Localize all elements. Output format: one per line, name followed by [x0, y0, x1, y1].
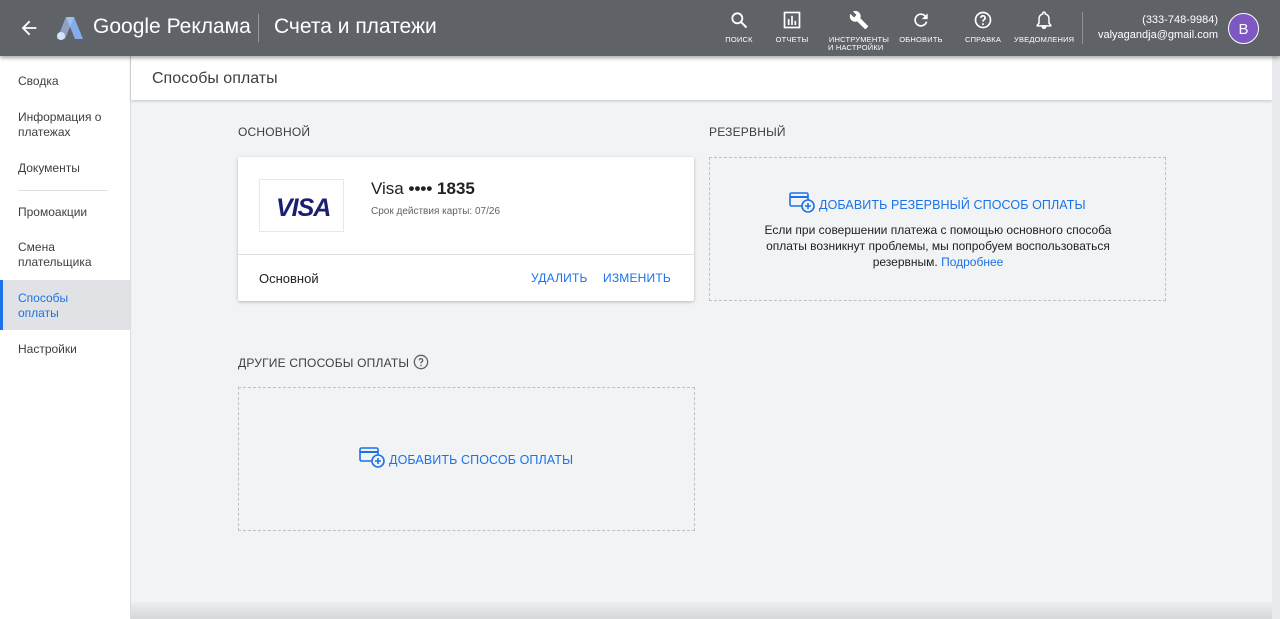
backup-description-text: Если при совершении платежа с помощью ос… — [764, 223, 1112, 269]
refresh-icon — [914, 13, 928, 27]
account-divider — [1082, 12, 1083, 44]
refresh-label: ОБНОВИТЬ — [899, 35, 943, 44]
brand-google: Google — [93, 15, 161, 38]
card-status: Основной — [259, 271, 319, 286]
brand-product: Реклама — [166, 15, 251, 38]
top-app-bar: Google Реклама Счета и платежи ПОИСК ОТЧ… — [0, 0, 1280, 56]
card-expiry: Срок действия карты: 07/26 — [371, 206, 500, 217]
scrollbar[interactable] — [1272, 56, 1280, 619]
sidebar-item-change-payer[interactable]: Смена плательщика — [0, 240, 110, 270]
sidebar-item-payment-info[interactable]: Информация о платежах — [0, 110, 120, 140]
search-label: ПОИСК — [725, 35, 753, 44]
backup-payment-box: ДОБАВИТЬ РЕЗЕРВНЫЙ СПОСОБ ОПЛАТЫ Если пр… — [709, 157, 1166, 301]
card-number-mask: •••• 1835 — [408, 179, 475, 198]
google-ads-logo — [57, 17, 83, 40]
add-payment-link[interactable]: ДОБАВИТЬ СПОСОБ ОПЛАТЫ — [359, 447, 574, 468]
other-section-label: ДРУГИЕ СПОСОБЫ ОПЛАТЫ — [238, 356, 410, 370]
card-title: Visa •••• 1835 — [371, 179, 475, 199]
tools-label: ИНСТРУМЕНТЫ И НАСТРОЙКИ — [828, 36, 890, 52]
add-payment-label: ДОБАВИТЬ СПОСОБ ОПЛАТЫ — [389, 453, 574, 467]
primary-section-label: ОСНОВНОЙ — [238, 125, 311, 139]
other-payment-box: ДОБАВИТЬ СПОСОБ ОПЛАТЫ — [238, 387, 695, 531]
account-email: valyagandja@gmail.com — [1097, 29, 1218, 41]
help-icon — [974, 11, 992, 29]
content-header: Способы оплаты — [131, 56, 1272, 100]
sidebar-item-summary[interactable]: Сводка — [0, 74, 130, 89]
backup-description: Если при совершении платежа с помощью ос… — [750, 222, 1126, 270]
refresh-button[interactable]: ОБНОВИТЬ — [899, 10, 943, 44]
card-brand: Visa — [371, 179, 404, 198]
page-title: Счета и платежи — [274, 15, 437, 38]
edit-button[interactable]: ИЗМЕНИТЬ — [603, 271, 671, 285]
section-title: Способы оплаты — [152, 70, 278, 87]
visa-logo-box: VISA — [259, 179, 344, 232]
reports-button[interactable]: ОТЧЕТЫ — [774, 10, 810, 44]
notifications-button[interactable]: УВЕДОМЛЕНИЯ — [1014, 10, 1074, 44]
question-circle-icon[interactable] — [413, 354, 429, 370]
add-card-icon — [359, 447, 385, 468]
account-phone: (333-748-9984) — [1142, 14, 1218, 26]
tools-label-line2: И НАСТРОЙКИ — [828, 43, 884, 52]
search-button[interactable]: ПОИСК — [722, 10, 756, 44]
title-divider — [258, 14, 259, 42]
sidebar: Сводка Информация о платежах Документы П… — [0, 56, 131, 619]
brand-name: Google Реклама — [93, 15, 251, 39]
tools-settings-button[interactable]: ИНСТРУМЕНТЫ И НАСТРОЙКИ — [828, 10, 890, 52]
visa-logo: VISA — [276, 194, 331, 222]
reports-label: ОТЧЕТЫ — [775, 35, 809, 44]
help-label: СПРАВКА — [964, 35, 1002, 44]
reports-icon — [783, 11, 801, 29]
bell-icon — [1036, 11, 1052, 30]
avatar[interactable]: В — [1228, 13, 1259, 44]
delete-button[interactable]: УДАЛИТЬ — [531, 271, 588, 285]
primary-payment-card: VISA Visa •••• 1835 Срок действия карты:… — [238, 157, 694, 301]
add-backup-payment-link[interactable]: ДОБАВИТЬ РЕЗЕРВНЫЙ СПОСОБ ОПЛАТЫ — [789, 192, 1086, 213]
back-arrow-icon[interactable] — [18, 17, 40, 39]
wrench-icon — [849, 10, 869, 30]
sidebar-item-payment-methods[interactable]: Способы оплаты — [0, 280, 130, 330]
add-card-icon — [789, 192, 815, 213]
backup-section-label: РЕЗЕРВНЫЙ — [709, 125, 786, 139]
bottom-edge — [131, 602, 1272, 619]
sidebar-item-settings[interactable]: Настройки — [0, 342, 130, 357]
sidebar-item-documents[interactable]: Документы — [0, 161, 130, 176]
learn-more-link[interactable]: Подробнее — [941, 255, 1003, 269]
notifications-label: УВЕДОМЛЕНИЯ — [1014, 35, 1075, 44]
sidebar-item-promotions[interactable]: Промоакции — [0, 205, 130, 220]
card-divider — [238, 254, 694, 255]
add-backup-payment-label: ДОБАВИТЬ РЕЗЕРВНЫЙ СПОСОБ ОПЛАТЫ — [819, 198, 1086, 212]
sidebar-divider — [18, 190, 108, 191]
help-button[interactable]: СПРАВКА — [962, 10, 1004, 44]
search-icon — [731, 12, 748, 29]
